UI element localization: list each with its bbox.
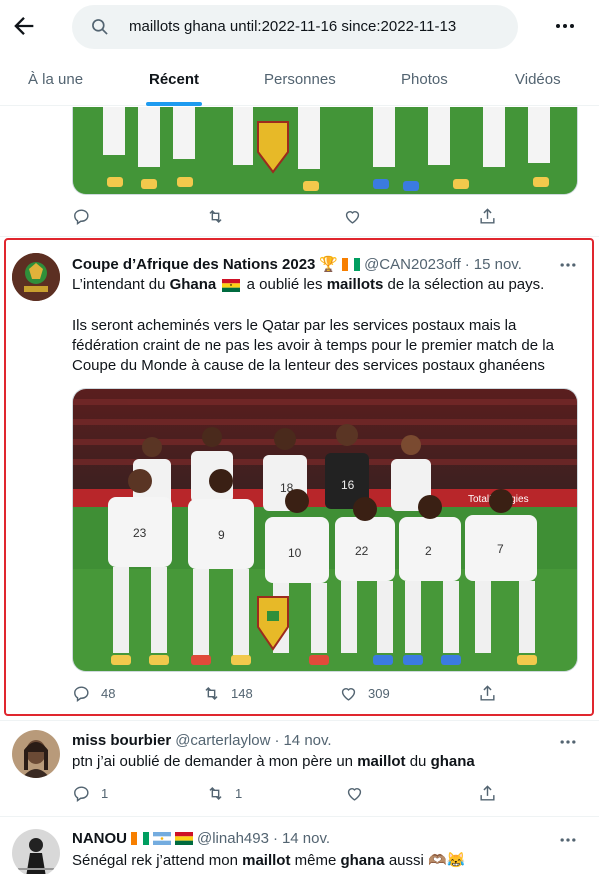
top-bar: maillots ghana until:2022-11-16 since:20… — [0, 0, 599, 54]
tweet-timestamp[interactable]: 14 nov. — [282, 830, 330, 847]
search-tabs: À la une Récent Personnes Photos Vidéos — [0, 54, 599, 106]
tweet-actions: 1 1 — [72, 784, 578, 806]
tweet-text: Sénégal rek j’attend mon maillot même gh… — [72, 852, 466, 869]
back-arrow-icon[interactable] — [10, 12, 38, 40]
separator-dot: · — [272, 830, 278, 847]
display-name[interactable]: NANOU — [72, 830, 127, 847]
share-icon — [480, 785, 495, 801]
divider — [0, 236, 599, 237]
ivory-coast-flag-icon — [131, 832, 149, 845]
display-name[interactable]: miss bourbier — [72, 732, 171, 749]
tab-photos[interactable]: Photos — [401, 71, 448, 88]
more-options-icon[interactable] — [558, 830, 578, 850]
ghana-flag-icon — [175, 832, 193, 845]
heart-icon — [345, 211, 360, 224]
tab-top[interactable]: À la une — [28, 71, 83, 88]
retweet-button[interactable]: 1 — [206, 784, 242, 803]
active-tab-indicator — [146, 102, 202, 106]
search-input[interactable]: maillots ghana until:2022-11-16 since:20… — [129, 18, 456, 35]
argentina-flag-icon — [153, 832, 171, 845]
reply-button[interactable]: 1 — [72, 784, 108, 803]
more-options-icon[interactable] — [553, 14, 577, 38]
share-button[interactable] — [478, 207, 497, 226]
avatar[interactable] — [12, 829, 60, 874]
tweet-miss-bourbier[interactable]: miss bourbier @carterlaylow · 14 nov. pt… — [0, 721, 599, 817]
share-icon — [480, 208, 495, 224]
retweet-button[interactable] — [206, 207, 225, 226]
reply-button[interactable] — [72, 207, 91, 226]
tab-videos[interactable]: Vidéos — [515, 71, 561, 88]
user-handle[interactable]: @carterlaylow — [175, 732, 270, 749]
search-icon — [92, 19, 108, 35]
previous-tweet-actions — [72, 207, 578, 229]
tweet-text: ptn j’ai oublié de demander à mon père u… — [72, 753, 475, 770]
retweet-count: 1 — [235, 786, 243, 801]
tab-latest[interactable]: Récent — [149, 71, 199, 88]
search-bar[interactable]: maillots ghana until:2022-11-16 since:20… — [72, 5, 518, 49]
reply-icon — [74, 786, 89, 803]
retweet-icon — [209, 786, 222, 801]
tab-people[interactable]: Personnes — [264, 71, 336, 88]
separator-dot: · — [274, 732, 280, 749]
retweet-icon — [209, 209, 222, 224]
user-handle[interactable]: @linah493 — [197, 830, 269, 847]
like-button[interactable] — [343, 207, 362, 226]
tweet-nanou[interactable]: NANOU @linah493 · 14 nov. Sénégal rek j’… — [0, 817, 599, 874]
more-options-icon[interactable] — [558, 732, 578, 752]
heart-icon — [347, 788, 362, 801]
tweet-timestamp[interactable]: 14 nov. — [283, 732, 331, 749]
reply-count: 1 — [101, 786, 109, 801]
like-button[interactable] — [345, 784, 364, 803]
highlight-box — [4, 238, 594, 716]
previous-tweet-photo[interactable] — [72, 107, 578, 195]
share-button[interactable] — [478, 784, 497, 803]
avatar[interactable] — [12, 730, 60, 778]
reply-icon — [74, 209, 89, 226]
